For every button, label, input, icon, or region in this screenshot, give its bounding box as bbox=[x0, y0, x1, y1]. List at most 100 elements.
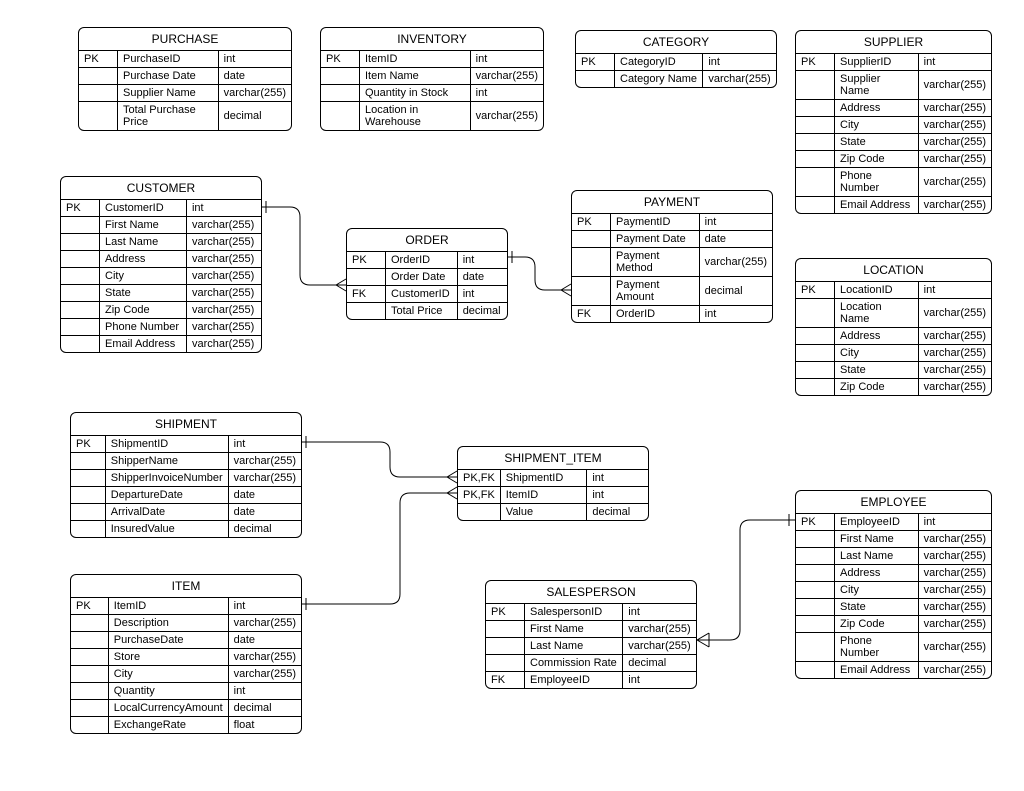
entity-supplier[interactable]: SUPPLIERPKSupplierIDintSupplier Namevarc… bbox=[795, 30, 992, 214]
column-type: decimal bbox=[587, 504, 648, 521]
column-row: Last Namevarchar(255) bbox=[486, 638, 696, 655]
column-key bbox=[321, 102, 360, 131]
entity-location[interactable]: LOCATIONPKLocationIDintLocation Namevarc… bbox=[795, 258, 992, 396]
column-type: varchar(255) bbox=[186, 217, 261, 234]
column-key bbox=[796, 134, 835, 151]
column-key bbox=[71, 632, 108, 649]
column-key bbox=[61, 285, 100, 302]
column-type: varchar(255) bbox=[918, 565, 991, 582]
column-name: Phone Number bbox=[835, 633, 919, 662]
column-type: varchar(255) bbox=[918, 345, 991, 362]
entity-payment[interactable]: PAYMENTPKPaymentIDintPayment DatedatePay… bbox=[571, 190, 773, 323]
column-key bbox=[796, 548, 835, 565]
entity-inventory[interactable]: INVENTORYPKItemIDintItem Namevarchar(255… bbox=[320, 27, 544, 131]
column-name: Total Price bbox=[386, 303, 458, 320]
column-key bbox=[71, 615, 108, 632]
entity-columns: PKSupplierIDintSupplier Namevarchar(255)… bbox=[796, 54, 991, 213]
entity-employee[interactable]: EMPLOYEEPKEmployeeIDintFirst Namevarchar… bbox=[795, 490, 992, 679]
column-type: decimal bbox=[623, 655, 696, 672]
column-name: LocationID bbox=[835, 282, 919, 299]
column-name: ArrivalDate bbox=[105, 504, 228, 521]
entity-columns: PKShipmentIDintShipperNamevarchar(255)Sh… bbox=[71, 436, 301, 537]
column-type: int bbox=[623, 604, 696, 621]
column-type: decimal bbox=[228, 521, 301, 538]
entity-columns: PKCategoryIDintCategory Namevarchar(255) bbox=[576, 54, 776, 87]
column-key bbox=[486, 655, 525, 672]
column-row: Supplier Namevarchar(255) bbox=[796, 71, 991, 100]
column-type: int bbox=[218, 51, 291, 68]
column-row: Purchase Datedate bbox=[79, 68, 291, 85]
column-key: PK bbox=[79, 51, 118, 68]
column-type: date bbox=[228, 632, 301, 649]
column-key bbox=[321, 85, 360, 102]
column-name: Zip Code bbox=[835, 379, 919, 396]
entity-columns: PKItemIDintItem Namevarchar(255)Quantity… bbox=[321, 51, 543, 130]
column-row: Last Namevarchar(255) bbox=[61, 234, 261, 251]
column-name: CategoryID bbox=[615, 54, 703, 71]
column-key bbox=[796, 117, 835, 134]
column-key bbox=[486, 621, 525, 638]
column-type: varchar(255) bbox=[918, 100, 991, 117]
column-type: varchar(255) bbox=[918, 379, 991, 396]
column-type: decimal bbox=[228, 700, 301, 717]
column-key bbox=[796, 599, 835, 616]
column-row: PKPurchaseIDint bbox=[79, 51, 291, 68]
entity-salesperson[interactable]: SALESPERSONPKSalespersonIDintFirst Namev… bbox=[485, 580, 697, 689]
column-row: PKLocationIDint bbox=[796, 282, 991, 299]
column-key bbox=[71, 666, 108, 683]
column-key: FK bbox=[572, 306, 611, 323]
connector-customer-order bbox=[260, 207, 346, 285]
column-row: ExchangeRatefloat bbox=[71, 717, 301, 734]
column-type: varchar(255) bbox=[918, 362, 991, 379]
column-type: date bbox=[228, 487, 301, 504]
entity-order[interactable]: ORDERPKOrderIDintOrder DatedateFKCustome… bbox=[346, 228, 508, 320]
column-key bbox=[61, 234, 100, 251]
column-type: int bbox=[470, 85, 543, 102]
column-row: PKEmployeeIDint bbox=[796, 514, 991, 531]
column-name: Store bbox=[108, 649, 228, 666]
column-type: varchar(255) bbox=[918, 633, 991, 662]
column-row: Total Pricedecimal bbox=[347, 303, 507, 320]
entity-columns: PKItemIDintDescriptionvarchar(255)Purcha… bbox=[71, 598, 301, 733]
connector-salesperson-employee bbox=[695, 520, 795, 640]
column-type: varchar(255) bbox=[186, 234, 261, 251]
column-key bbox=[71, 683, 108, 700]
column-key bbox=[61, 302, 100, 319]
column-key bbox=[796, 71, 835, 100]
entity-purchase[interactable]: PURCHASEPKPurchaseIDintPurchase Datedate… bbox=[78, 27, 292, 131]
column-type: int bbox=[228, 598, 301, 615]
column-row: Storevarchar(255) bbox=[71, 649, 301, 666]
column-name: LocalCurrencyAmount bbox=[108, 700, 228, 717]
column-key bbox=[61, 319, 100, 336]
entity-shipment[interactable]: SHIPMENTPKShipmentIDintShipperNamevarcha… bbox=[70, 412, 302, 538]
column-type: varchar(255) bbox=[623, 638, 696, 655]
column-row: Valuedecimal bbox=[458, 504, 648, 521]
column-type: varchar(255) bbox=[623, 621, 696, 638]
column-type: date bbox=[457, 269, 507, 286]
entity-title: PAYMENT bbox=[572, 191, 772, 214]
column-type: varchar(255) bbox=[228, 615, 301, 632]
entity-item[interactable]: ITEMPKItemIDintDescriptionvarchar(255)Pu… bbox=[70, 574, 302, 734]
column-name: Order Date bbox=[386, 269, 458, 286]
column-key bbox=[796, 299, 835, 328]
column-key bbox=[572, 248, 611, 277]
column-row: Location Namevarchar(255) bbox=[796, 299, 991, 328]
column-row: PurchaseDatedate bbox=[71, 632, 301, 649]
column-key bbox=[71, 487, 105, 504]
entity-category[interactable]: CATEGORYPKCategoryIDintCategory Namevarc… bbox=[575, 30, 777, 88]
column-name: PurchaseID bbox=[118, 51, 219, 68]
column-row: ShipperInvoiceNumbervarchar(255) bbox=[71, 470, 301, 487]
column-row: PK,FKShipmentIDint bbox=[458, 470, 648, 487]
column-row: ShipperNamevarchar(255) bbox=[71, 453, 301, 470]
column-type: varchar(255) bbox=[918, 151, 991, 168]
column-row: Descriptionvarchar(255) bbox=[71, 615, 301, 632]
entity-title: CATEGORY bbox=[576, 31, 776, 54]
column-type: varchar(255) bbox=[918, 616, 991, 633]
column-name: State bbox=[835, 134, 919, 151]
column-type: varchar(255) bbox=[470, 68, 543, 85]
column-row: Cityvarchar(255) bbox=[796, 582, 991, 599]
entity-customer[interactable]: CUSTOMERPKCustomerIDintFirst Namevarchar… bbox=[60, 176, 262, 353]
column-type: float bbox=[228, 717, 301, 734]
column-row: PKItemIDint bbox=[321, 51, 543, 68]
entity-shipment_item[interactable]: SHIPMENT_ITEMPK,FKShipmentIDintPK,FKItem… bbox=[457, 446, 649, 521]
